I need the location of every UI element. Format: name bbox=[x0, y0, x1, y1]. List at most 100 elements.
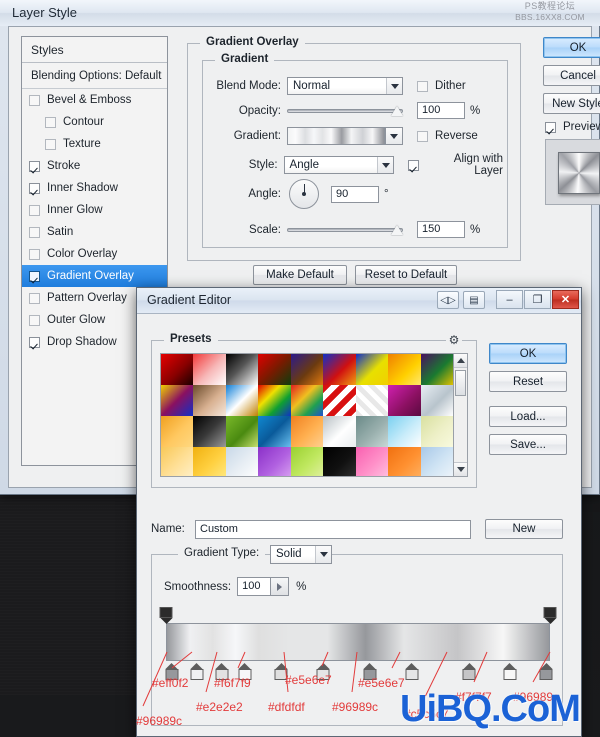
preset-swatch[interactable] bbox=[421, 447, 453, 477]
angle-input[interactable]: 90 bbox=[331, 186, 379, 203]
preset-swatch[interactable] bbox=[421, 354, 453, 385]
style-checkbox[interactable] bbox=[29, 315, 40, 326]
preset-swatch[interactable] bbox=[161, 385, 193, 416]
color-stop[interactable] bbox=[190, 663, 203, 680]
gradient-type-select[interactable]: Solid bbox=[270, 545, 332, 564]
color-stop[interactable] bbox=[238, 663, 251, 680]
preset-swatch[interactable] bbox=[421, 416, 453, 447]
color-stop[interactable] bbox=[165, 663, 178, 680]
nav-arrows-icon[interactable]: ◁▷ bbox=[437, 291, 459, 309]
ok-button[interactable]: OK bbox=[543, 37, 600, 58]
presets-scrollbar[interactable] bbox=[453, 353, 468, 477]
gradient-ramp-editor[interactable] bbox=[166, 607, 550, 695]
preset-swatch[interactable] bbox=[258, 385, 290, 416]
ge-save-button[interactable]: Save... bbox=[489, 434, 567, 455]
style-row-gradient-overlay[interactable]: Gradient Overlay bbox=[22, 265, 167, 287]
style-checkbox[interactable] bbox=[29, 95, 40, 106]
opacity-slider[interactable] bbox=[287, 104, 403, 118]
layer-style-titlebar[interactable]: Layer Style PS教程论坛 BBS.16XX8.COM bbox=[0, 0, 600, 26]
scale-slider[interactable] bbox=[287, 223, 403, 237]
preset-swatch[interactable] bbox=[193, 447, 225, 477]
opacity-input[interactable]: 100 bbox=[417, 102, 465, 119]
preset-swatch[interactable] bbox=[323, 354, 355, 385]
scale-slider-knob[interactable] bbox=[391, 225, 403, 235]
preset-swatch[interactable] bbox=[388, 447, 420, 477]
dither-checkbox[interactable]: Dither bbox=[417, 80, 466, 92]
preset-swatch[interactable] bbox=[258, 416, 290, 447]
gradient-picker[interactable] bbox=[287, 127, 403, 145]
preset-swatch[interactable] bbox=[291, 385, 323, 416]
color-stop[interactable] bbox=[275, 663, 288, 680]
preset-swatch[interactable] bbox=[323, 385, 355, 416]
style-checkbox[interactable] bbox=[29, 205, 40, 216]
gradient-editor-titlebar[interactable]: Gradient Editor ◁▷ ▤ – ❐ ✕ bbox=[137, 288, 581, 314]
opacity-slider-knob[interactable] bbox=[391, 106, 403, 116]
gear-icon[interactable]: ⚙ bbox=[446, 332, 462, 348]
preset-swatch[interactable] bbox=[323, 416, 355, 447]
preset-swatch[interactable] bbox=[291, 416, 323, 447]
preset-swatch[interactable] bbox=[356, 385, 388, 416]
preset-swatch[interactable] bbox=[226, 354, 258, 385]
style-checkbox[interactable] bbox=[29, 249, 40, 260]
style-checkbox[interactable] bbox=[29, 183, 40, 194]
style-row-inner-shadow[interactable]: Inner Shadow bbox=[22, 177, 167, 199]
blend-mode-select[interactable]: Normal bbox=[287, 77, 403, 95]
panel-icon[interactable]: ▤ bbox=[463, 291, 485, 309]
preset-swatch[interactable] bbox=[388, 416, 420, 447]
style-row-contour[interactable]: Contour bbox=[22, 111, 167, 133]
preset-swatch[interactable] bbox=[258, 354, 290, 385]
color-stop[interactable] bbox=[317, 663, 330, 680]
opacity-stop[interactable] bbox=[160, 607, 173, 623]
close-button[interactable]: ✕ bbox=[552, 290, 579, 309]
preset-swatch[interactable] bbox=[226, 447, 258, 477]
gradient-ramp[interactable] bbox=[166, 623, 550, 661]
style-checkbox[interactable] bbox=[45, 139, 56, 150]
style-checkbox[interactable] bbox=[45, 117, 56, 128]
new-style-button[interactable]: New Style bbox=[543, 93, 600, 114]
gradient-dropdown[interactable] bbox=[385, 127, 403, 145]
reset-to-default-button[interactable]: Reset to Default bbox=[355, 265, 457, 285]
ge-ok-button[interactable]: OK bbox=[489, 343, 567, 364]
scroll-up-icon[interactable] bbox=[454, 354, 467, 368]
preset-swatch[interactable] bbox=[356, 354, 388, 385]
make-default-button[interactable]: Make Default bbox=[253, 265, 347, 285]
preset-swatch[interactable] bbox=[226, 416, 258, 447]
preset-swatch[interactable] bbox=[323, 447, 355, 477]
style-row-texture[interactable]: Texture bbox=[22, 133, 167, 155]
gradient-swatch[interactable] bbox=[287, 127, 385, 145]
style-row-satin[interactable]: Satin bbox=[22, 221, 167, 243]
style-row-inner-glow[interactable]: Inner Glow bbox=[22, 199, 167, 221]
preview-checkbox[interactable]: Preview bbox=[545, 121, 600, 133]
preset-swatch[interactable] bbox=[193, 416, 225, 447]
style-checkbox[interactable] bbox=[29, 337, 40, 348]
reverse-checkbox[interactable]: Reverse bbox=[417, 130, 478, 142]
color-stop[interactable] bbox=[540, 663, 553, 680]
color-stop[interactable] bbox=[405, 663, 418, 680]
preset-swatch[interactable] bbox=[193, 385, 225, 416]
style-select[interactable]: Angle bbox=[284, 156, 395, 174]
opacity-stop[interactable] bbox=[544, 607, 557, 623]
color-stop[interactable] bbox=[363, 663, 376, 680]
scroll-down-icon[interactable] bbox=[454, 462, 467, 476]
ge-reset-button[interactable]: Reset bbox=[489, 371, 567, 392]
style-row-bevel-emboss[interactable]: Bevel & Emboss bbox=[22, 89, 167, 111]
scrollbar-thumb[interactable] bbox=[455, 370, 466, 396]
blending-options-row[interactable]: Blending Options: Default bbox=[22, 63, 167, 89]
color-stop[interactable] bbox=[463, 663, 476, 680]
preset-swatch[interactable] bbox=[291, 447, 323, 477]
preset-swatch[interactable] bbox=[388, 385, 420, 416]
scale-input[interactable]: 150 bbox=[417, 221, 465, 238]
preset-swatch[interactable] bbox=[161, 354, 193, 385]
preset-swatch[interactable] bbox=[226, 385, 258, 416]
presets-well[interactable] bbox=[160, 353, 454, 477]
gradient-name-input[interactable]: Custom bbox=[195, 520, 471, 539]
style-row-stroke[interactable]: Stroke bbox=[22, 155, 167, 177]
ge-load-button[interactable]: Load... bbox=[489, 406, 567, 427]
maximize-button[interactable]: ❐ bbox=[524, 290, 551, 309]
preset-swatch[interactable] bbox=[258, 447, 290, 477]
style-row-color-overlay[interactable]: Color Overlay bbox=[22, 243, 167, 265]
align-with-layer-checkbox[interactable]: Align with Layer bbox=[408, 153, 503, 177]
style-checkbox[interactable] bbox=[29, 293, 40, 304]
minimize-button[interactable]: – bbox=[496, 290, 523, 309]
preset-swatch[interactable] bbox=[421, 385, 453, 416]
